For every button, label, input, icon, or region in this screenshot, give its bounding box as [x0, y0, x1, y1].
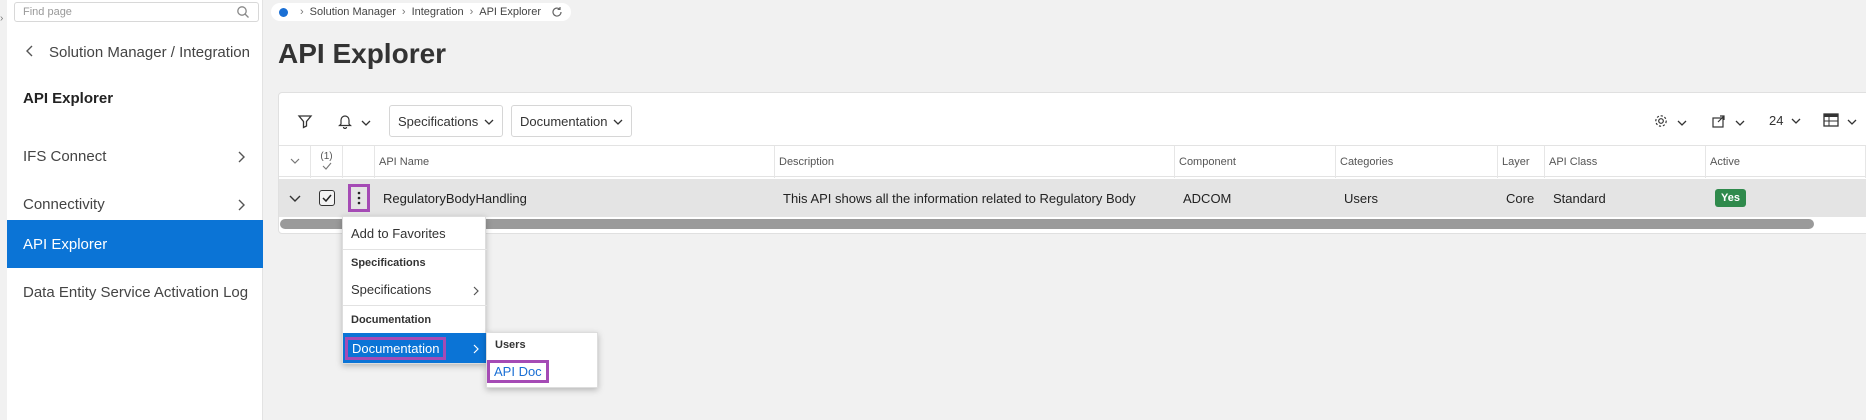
column-header-api-class[interactable]: API Class [1545, 146, 1706, 178]
page-size-value: 24 [1769, 113, 1784, 128]
chevron-down-icon [289, 191, 301, 206]
menu-divider [343, 305, 487, 306]
specifications-button-label: Specifications [398, 113, 479, 129]
expand-panel-icon[interactable]: › [0, 13, 3, 24]
api-doc-link[interactable]: API Doc [487, 360, 549, 383]
more-vertical-icon [348, 184, 370, 212]
sidebar-item-label: Data Entity Service Activation Log [23, 283, 249, 301]
sidebar-item-api-explorer[interactable]: API Explorer [7, 220, 263, 268]
select-all-column[interactable]: (1) [311, 146, 343, 178]
nav-section-heading: API Explorer [23, 90, 114, 107]
sidebar-item-label: IFS Connect [23, 147, 107, 165]
table-header-row: (1) API Name Description Component Categ… [279, 145, 1866, 178]
sidebar-item-label: API Explorer [23, 235, 108, 253]
chevron-down-icon [361, 115, 371, 130]
breadcrumb-item-integration[interactable]: Integration [412, 6, 464, 18]
sidebar-item-label: Connectivity [23, 195, 105, 213]
chevron-down-icon [1791, 113, 1801, 128]
table-layout-dropdown[interactable] [1823, 113, 1857, 130]
checkmark-icon [322, 162, 332, 173]
chevron-down-icon [290, 156, 300, 168]
column-header-categories[interactable]: Categories [1336, 146, 1498, 178]
refresh-icon[interactable] [551, 6, 563, 18]
export-icon [1711, 113, 1727, 132]
row-expand-toggle[interactable] [283, 179, 307, 217]
page-size-dropdown[interactable]: 24 [1769, 113, 1801, 128]
nav-back-button[interactable]: Solution Manager / Integration [21, 38, 261, 66]
page-title: API Explorer [278, 38, 447, 69]
chevron-right-icon: › [401, 6, 406, 18]
chevron-right-icon [473, 342, 479, 357]
horizontal-scrollbar[interactable] [280, 219, 1814, 229]
chevron-right-icon [237, 150, 245, 167]
cell-api-name[interactable]: RegulatoryBodyHandling [377, 179, 775, 217]
row-actions-menu-button[interactable] [343, 179, 375, 217]
actions-column-header [343, 146, 375, 178]
cell-description: This API shows all the information relat… [783, 190, 1136, 206]
specifications-button[interactable]: Specifications [389, 105, 504, 137]
column-header-api-name[interactable]: API Name [375, 146, 775, 178]
menu-divider [343, 249, 487, 250]
export-dropdown[interactable] [1711, 113, 1745, 132]
expand-all-toggle[interactable] [279, 146, 311, 178]
bell-icon [337, 113, 353, 132]
home-dot-icon[interactable] [279, 7, 288, 17]
menu-section-header-specifications: Specifications [351, 257, 426, 269]
breadcrumb-item-solution-manager[interactable]: Solution Manager [310, 6, 396, 18]
menu-item-documentation[interactable]: Documentation [343, 333, 487, 363]
chevron-left-icon [25, 44, 35, 61]
filter-icon[interactable] [297, 113, 313, 129]
cell-api-class: Standard [1553, 190, 1606, 206]
checkbox-checked-icon [319, 190, 335, 206]
cell-layer: Core [1506, 190, 1535, 206]
table-row[interactable]: RegulatoryBodyHandling This API shows al… [279, 179, 1866, 217]
chevron-right-icon [237, 198, 245, 215]
menu-item-label: Specifications [351, 281, 432, 297]
find-page-search [14, 2, 259, 22]
api-table-card: Specifications Documentation 24 (1) API … [278, 92, 1866, 234]
menu-item-label: Documentation [345, 336, 447, 360]
chevron-right-icon: › [300, 6, 304, 18]
cell-active: Yes [1709, 179, 1866, 217]
column-header-active[interactable]: Active [1706, 146, 1866, 178]
documentation-submenu: Users API Doc [486, 332, 598, 388]
chevron-right-icon [473, 284, 479, 299]
navigation-panel: Solution Manager / Integration API Explo… [7, 0, 263, 420]
settings-dropdown[interactable] [1653, 113, 1687, 132]
status-badge: Yes [1715, 189, 1746, 207]
breadcrumb-item-api-explorer: API Explorer [479, 6, 541, 18]
cell-categories: Users [1344, 190, 1378, 206]
menu-section-header-documentation: Documentation [351, 314, 432, 326]
menu-item-add-to-favorites[interactable]: Add to Favorites [343, 219, 487, 247]
chevron-right-icon: › [469, 6, 474, 18]
documentation-button-label: Documentation [520, 113, 608, 129]
sidebar-item-data-entity-service-activation-log[interactable]: Data Entity Service Activation Log [7, 268, 263, 316]
menu-item-specifications[interactable]: Specifications [343, 275, 487, 303]
chevron-down-icon [484, 114, 494, 129]
gear-icon [1653, 113, 1669, 132]
table-icon [1823, 113, 1839, 130]
find-page-input[interactable] [15, 3, 225, 21]
column-header-layer[interactable]: Layer [1498, 146, 1545, 178]
sidebar-item-ifs-connect[interactable]: IFS Connect [7, 132, 263, 180]
selected-count: (1) [320, 151, 333, 162]
chevron-down-icon [1735, 115, 1745, 130]
row-context-menu: Add to Favorites Specifications Specific… [342, 216, 487, 364]
chevron-down-icon [613, 114, 623, 129]
submenu-header-users: Users [495, 339, 526, 351]
chevron-down-icon [1847, 114, 1857, 129]
nav-back-label: Solution Manager / Integration [49, 43, 250, 61]
cell-component: ADCOM [1183, 190, 1232, 206]
notifications-dropdown[interactable] [337, 113, 371, 132]
search-icon[interactable] [236, 5, 250, 22]
column-header-description[interactable]: Description [775, 146, 1175, 178]
breadcrumb: › Solution Manager › Integration › API E… [271, 3, 571, 21]
column-header-component[interactable]: Component [1175, 146, 1336, 178]
chevron-down-icon [1677, 115, 1687, 130]
documentation-button[interactable]: Documentation [511, 105, 633, 137]
row-select-checkbox[interactable] [311, 179, 343, 217]
